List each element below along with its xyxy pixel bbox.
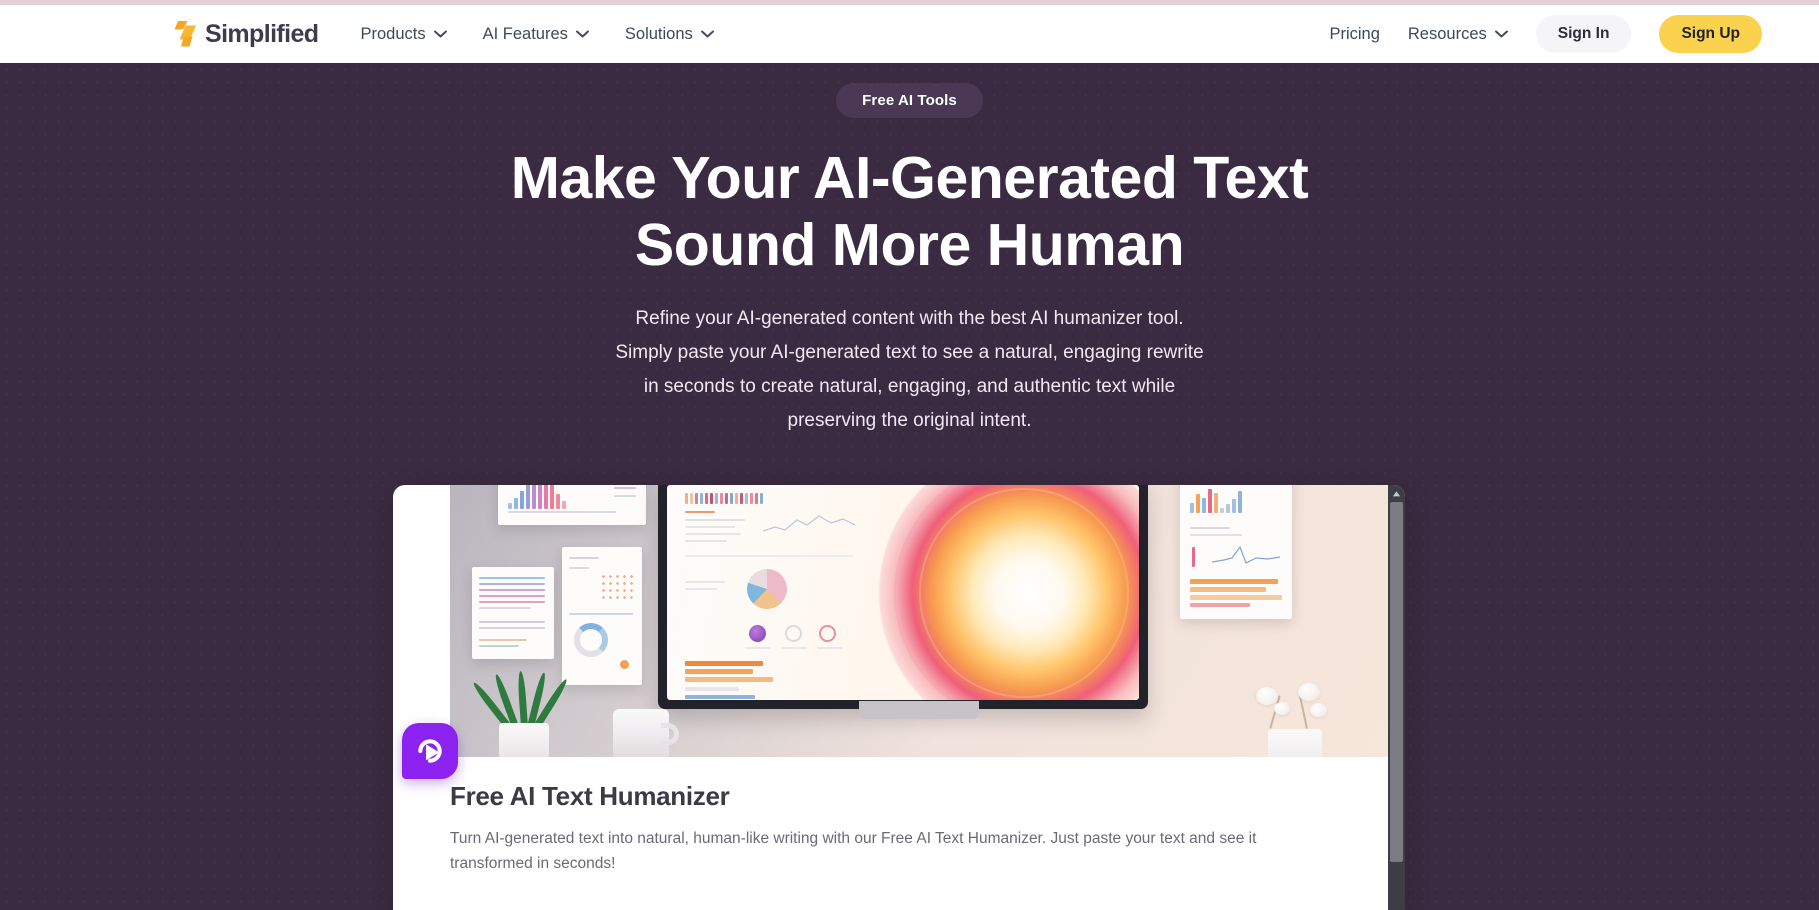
lightning-bolt-logo-icon [174, 21, 196, 47]
page-root: Simplified Products AI Features Solution… [0, 0, 1819, 910]
hero-subtitle-line-4: preserving the original intent. [787, 409, 1032, 431]
primary-navigation: Products AI Features Solutions [360, 24, 714, 44]
nav-item-resources[interactable]: Resources [1408, 25, 1508, 44]
secondary-navigation: Pricing Resources Sign In Sign Up [1329, 15, 1762, 53]
sign-up-button[interactable]: Sign Up [1659, 15, 1762, 53]
scroll-thumb[interactable] [1390, 502, 1403, 862]
nav-item-resources-label: Resources [1407, 24, 1487, 43]
free-ai-tools-badge[interactable]: Free AI Tools [836, 83, 983, 118]
wall-document-text [472, 567, 554, 659]
nav-item-pricing[interactable]: Pricing [1329, 25, 1379, 44]
desk-monitor [658, 485, 1148, 709]
brand-name: Simplified [205, 19, 319, 48]
nav-item-ai-features[interactable]: AI Features [483, 25, 589, 44]
wall-chart-histogram [498, 485, 646, 525]
flower-vase-group [1240, 675, 1350, 757]
scroll-up-arrow-icon[interactable] [1388, 485, 1405, 502]
play-button-icon [418, 739, 442, 763]
video-card-text: Free AI Text Humanizer Turn AI-generated… [450, 781, 1370, 876]
desk-plant [471, 670, 570, 757]
brand-logo[interactable]: Simplified [172, 19, 319, 49]
wall-chart-sparkline [1212, 545, 1280, 564]
chevron-down-icon [1494, 30, 1508, 38]
chevron-down-icon [575, 30, 589, 38]
flower-vase [1268, 729, 1322, 757]
nav-item-pricing-label: Pricing [1329, 24, 1380, 43]
site-header: Simplified Products AI Features Solution… [0, 5, 1819, 63]
page-title-line-1: Make Your AI-Generated Text [510, 145, 1309, 211]
video-card: Free AI Text Humanizer Turn AI-generated… [393, 485, 1405, 910]
wall-chart-bars-line [1180, 485, 1292, 619]
monitor-stand [859, 701, 979, 719]
chevron-down-icon [700, 30, 714, 38]
page-title: Make Your AI-Generated Text Sound More H… [0, 145, 1819, 278]
nav-item-products[interactable]: Products [360, 24, 447, 44]
plant-pot [499, 723, 549, 757]
monitor-sparkline [763, 515, 855, 532]
monitor-screen [667, 485, 1139, 700]
wall-chart-grid-donut [562, 547, 642, 685]
nav-item-solutions-label: Solutions [624, 24, 693, 43]
hero-subtitle-line-3: in seconds to create natural, engaging, … [643, 375, 1176, 397]
sign-in-button[interactable]: Sign In [1535, 15, 1632, 53]
video-thumbnail[interactable] [450, 485, 1388, 757]
hero-badge-row: Free AI Tools [0, 83, 1819, 118]
hero-subtitle-line-1: Refine your AI-generated content with th… [635, 308, 1184, 330]
video-card-content: Free AI Text Humanizer Turn AI-generated… [393, 485, 1388, 910]
chevron-down-icon [433, 30, 447, 38]
nav-item-ai-features-label: AI Features [482, 24, 568, 43]
desk-mug [613, 709, 679, 757]
hero-subtitle: Refine your AI-generated content with th… [560, 302, 1260, 437]
play-video-button[interactable] [402, 723, 458, 779]
hero-subtitle-line-2: Simply paste your AI-generated text to s… [615, 342, 1204, 364]
page-title-line-2: Sound More Human [634, 211, 1185, 278]
nav-item-solutions[interactable]: Solutions [625, 25, 714, 44]
video-card-title: Free AI Text Humanizer [450, 781, 730, 811]
nav-item-products-label: Products [360, 24, 426, 43]
vertical-scrollbar[interactable] [1388, 485, 1405, 910]
video-card-description: Turn AI-generated text into natural, hum… [450, 830, 1257, 873]
